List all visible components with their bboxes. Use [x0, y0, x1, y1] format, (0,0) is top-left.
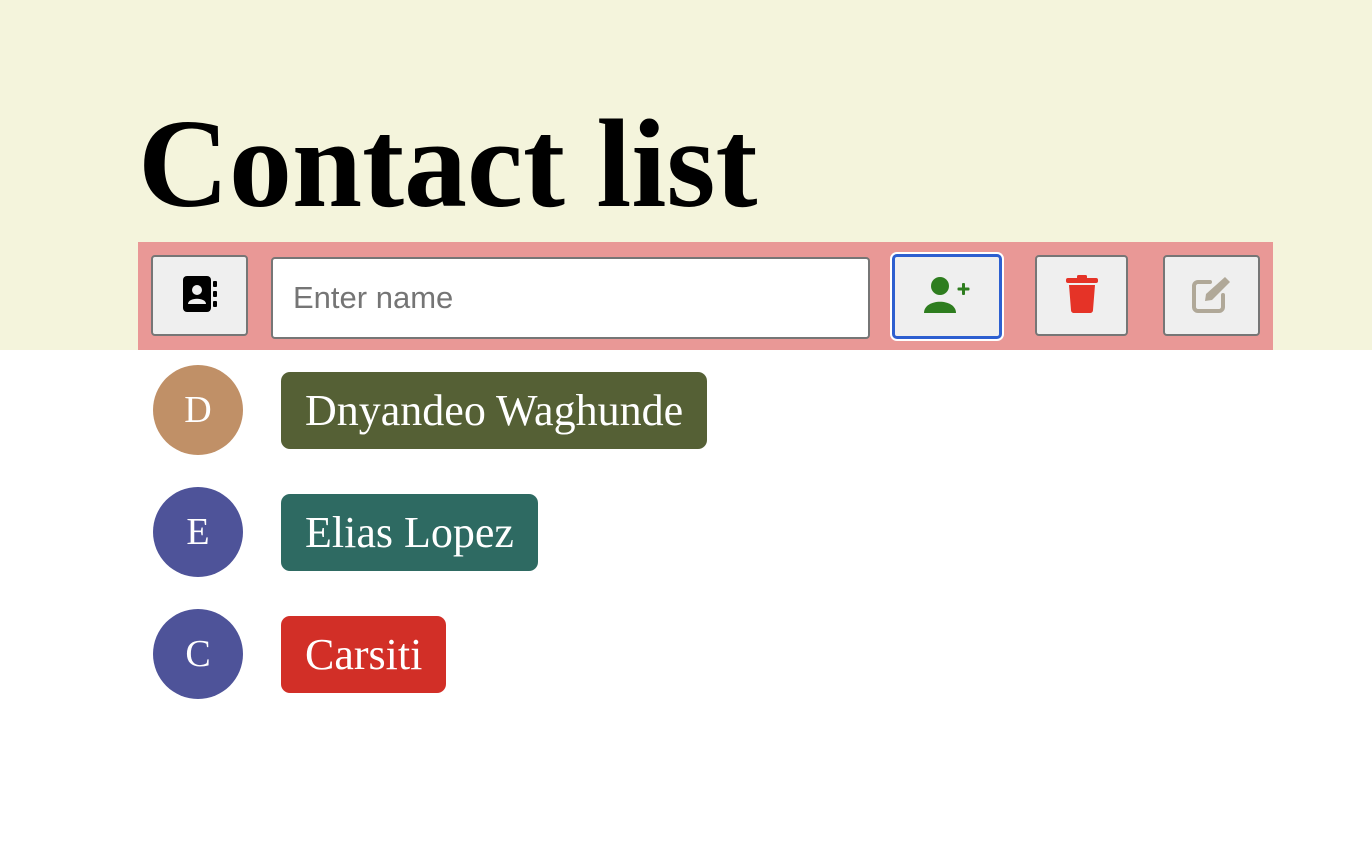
- contact-row[interactable]: C Carsiti: [153, 609, 853, 699]
- add-contact-button[interactable]: [892, 254, 1002, 339]
- edit-icon: [1191, 275, 1232, 316]
- edit-button[interactable]: [1163, 255, 1260, 336]
- page-title: Contact list: [138, 95, 758, 234]
- name-input[interactable]: [271, 257, 870, 339]
- user-plus-icon: [923, 276, 971, 317]
- contact-name[interactable]: Elias Lopez: [281, 494, 538, 571]
- contact-row[interactable]: D Dnyandeo Waghunde: [153, 365, 853, 455]
- toolbar: [138, 242, 1273, 350]
- contacts-button[interactable]: [151, 255, 248, 336]
- contact-name[interactable]: Carsiti: [281, 616, 447, 693]
- contact-name[interactable]: Dnyandeo Waghunde: [281, 372, 708, 449]
- delete-button[interactable]: [1035, 255, 1128, 336]
- avatar: D: [153, 365, 243, 455]
- address-book-icon: [182, 275, 218, 316]
- avatar: C: [153, 609, 243, 699]
- avatar: E: [153, 487, 243, 577]
- contact-row[interactable]: E Elias Lopez: [153, 487, 853, 577]
- trash-icon: [1065, 275, 1098, 316]
